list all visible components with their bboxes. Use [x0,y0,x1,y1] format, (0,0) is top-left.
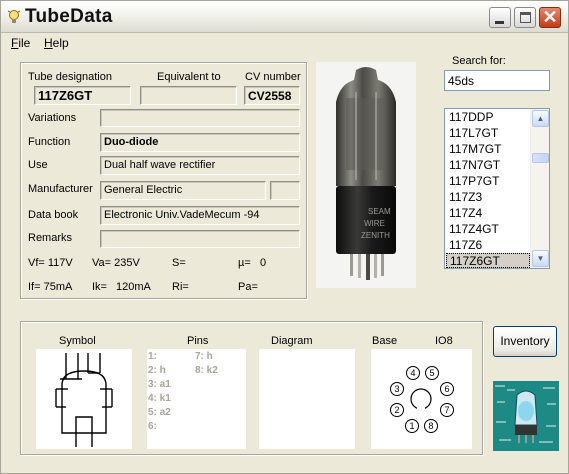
search-input[interactable] [444,70,550,91]
photo-print-line1: SEAM [368,207,391,216]
list-item[interactable]: 117P7GT [446,174,530,189]
ik-value: 120mA [116,281,151,293]
menu-help[interactable]: Help [44,36,69,50]
tube-symbol [36,349,132,449]
data-book-field[interactable]: Electronic Univ.VadeMecum -94 [100,206,300,225]
base-label: Base [372,335,398,347]
pins-panel: 1: 2: h 3: a1 4: k1 5: a2 6: 7: h 8: k2 [147,349,246,449]
pin-2: 2: h [148,365,166,376]
list-item[interactable]: 117Z6 [446,238,530,253]
pin-7: 7: h [195,351,213,362]
data-book-label: Data book [28,209,79,221]
menu-help-label: elp [52,36,69,50]
remarks-field[interactable] [100,230,300,248]
pa-value: Pa= [238,281,258,293]
base-pin-6: 6 [444,384,449,394]
pin-3: 3: a1 [148,379,171,390]
menu-file[interactable]: File [11,36,30,50]
base-pin-8: 8 [428,421,433,431]
chevron-down-icon: ▼ [536,254,545,263]
title-bar[interactable]: TubeData ✕ [1,1,568,33]
mu-label: µ= [238,257,251,269]
diagram-label: Diagram [271,335,313,347]
list-item[interactable]: 117Z3 [446,190,530,205]
if-value: If= 75mA [28,281,73,293]
photo-print-line3: ZENITH [361,231,390,240]
base-type-label: IO8 [435,335,453,347]
mu-value: 0 [260,257,267,269]
list-item[interactable]: 117L7GT [446,126,530,141]
photo-print-line2: WIRE [364,219,385,228]
cv-number-label: CV number [245,71,301,83]
va-value: Va= 235V [92,257,140,269]
base-diagram: 1 2 3 4 5 6 7 8 [371,349,472,449]
variations-label: Variations [28,112,77,124]
pin-4: 4: k1 [148,393,171,404]
remarks-label: Remarks [28,232,73,244]
search-label: Search for: [452,55,506,67]
cv-number-field[interactable]: CV2558 [244,86,300,105]
window-title: TubeData [25,6,113,27]
app-logo [493,381,559,451]
list-item[interactable]: 117M7GT [446,142,530,157]
base-pin-1: 1 [409,421,414,431]
close-button[interactable]: ✕ [539,7,561,28]
list-item[interactable]: 117Z4 [446,206,530,221]
scroll-thumb[interactable] [532,153,549,163]
equivalent-label: Equivalent to [157,71,221,83]
function-label: Function [28,136,71,148]
menu-bar: File Help [1,34,568,52]
vf-value: Vf= 117V [28,257,73,269]
ri-value: Ri= [172,281,189,293]
pin-5: 5: a2 [148,407,171,418]
app-window: TubeData ✕ File Help Tube designation Eq… [0,0,569,474]
base-pin-5: 5 [429,368,434,378]
tube-designation-label: Tube designation [28,71,112,83]
chevron-up-icon: ▲ [536,114,545,123]
inventory-button[interactable]: Inventory [493,326,557,357]
lightbulb-icon [7,9,21,25]
list-item[interactable]: 117N7GT [446,158,530,173]
maximize-button[interactable] [514,7,536,28]
manufacturer-label: Manufacturer [28,183,93,195]
manufacturer-field[interactable]: General Electric [100,181,266,200]
list-item[interactable]: 117DDP [446,110,530,125]
ik-label: Ik= [92,281,107,293]
manufacturer-code-field[interactable] [270,181,300,200]
variations-field[interactable] [100,109,300,127]
minimize-button[interactable] [489,7,511,28]
base-pin-2: 2 [394,405,399,415]
base-pin-4: 4 [410,368,415,378]
equivalent-field[interactable] [140,86,237,105]
tube-designation-field[interactable]: 117Z6GT [34,86,131,105]
menu-file-label: ile [18,36,31,50]
use-label: Use [28,159,48,171]
symbol-label: Symbol [59,335,96,347]
tube-photo: SEAM WIRE ZENITH [316,62,416,288]
maximize-icon [520,12,531,23]
list-item[interactable]: 117Z4GT [446,222,530,237]
pins-label: Pins [187,335,209,347]
list-scrollbar[interactable]: ▲ ▼ [530,109,549,268]
pin-1: 1: [148,351,157,362]
minimize-icon [495,21,504,24]
base-pin-3: 3 [394,384,399,394]
scroll-up-button[interactable]: ▲ [532,110,549,127]
s-value: S= [172,257,186,269]
function-field[interactable]: Duo-diode [100,133,300,152]
pin-6: 6: [148,421,157,432]
menu-help-mnemonic: H [44,36,53,50]
base-pin-7: 7 [444,405,449,415]
close-icon: ✕ [542,7,558,27]
pin-8: 8: k2 [195,365,218,376]
diagram-panel [259,349,355,449]
list-item-selected[interactable]: 117Z6GT [446,253,530,268]
tube-listbox[interactable]: 117DDP 117L7GT 117M7GT 117N7GT 117P7GT 1… [444,108,550,269]
use-field[interactable]: Dual half wave rectifier [100,156,300,175]
scroll-down-button[interactable]: ▼ [532,250,549,267]
